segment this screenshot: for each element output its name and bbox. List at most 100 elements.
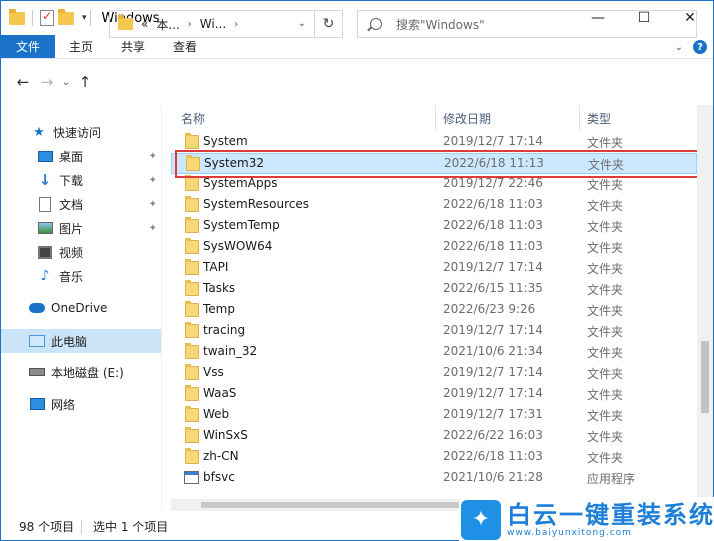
recent-locations-chevron-icon[interactable]: ⌄ bbox=[59, 70, 73, 94]
pane-divider[interactable] bbox=[161, 105, 162, 510]
file-type: 应用程序 bbox=[587, 472, 636, 486]
computer-icon bbox=[29, 335, 45, 347]
vertical-scrollbar[interactable] bbox=[697, 105, 713, 510]
folder-icon bbox=[185, 133, 199, 149]
nav-item-this-pc[interactable]: 此电脑 bbox=[1, 329, 161, 353]
nav-item-label: 文档 bbox=[59, 197, 84, 212]
file-row[interactable]: zh-CN 2022/6/18 11:03 文件夹 bbox=[171, 447, 697, 468]
explorer-window: ▾ Windows — ☐ ✕ 文件 主页 共享 查看 ⌄ ? ← → ⌄ ↑ … bbox=[0, 0, 714, 541]
file-type: 文件夹 bbox=[587, 178, 624, 192]
breadcrumb-segment[interactable]: 本... bbox=[156, 16, 179, 33]
folder-icon bbox=[185, 280, 199, 296]
file-date: 2019/12/7 17:31 bbox=[443, 407, 543, 421]
folder-icon bbox=[185, 322, 199, 338]
new-folder-icon[interactable] bbox=[58, 8, 74, 25]
tab-share[interactable]: 共享 bbox=[107, 35, 159, 58]
up-arrow-icon[interactable]: ↑ bbox=[73, 70, 97, 94]
folder-icon bbox=[185, 427, 199, 443]
vertical-scroll-thumb[interactable] bbox=[701, 341, 709, 413]
nav-item-downloads[interactable]: ↓ 下载 ✦ bbox=[1, 169, 161, 191]
file-row[interactable]: Web 2019/12/7 17:31 文件夹 bbox=[171, 405, 697, 426]
properties-icon[interactable] bbox=[40, 9, 54, 26]
music-icon: ♪ bbox=[40, 268, 50, 284]
file-date: 2021/10/6 21:34 bbox=[443, 344, 543, 358]
file-row[interactable]: TAPI 2019/12/7 17:14 文件夹 bbox=[171, 258, 697, 279]
column-header-type[interactable]: 类型 bbox=[579, 105, 697, 131]
application-icon bbox=[184, 471, 199, 484]
file-name: SystemTemp bbox=[203, 218, 280, 232]
file-row[interactable]: tracing 2019/12/7 17:14 文件夹 bbox=[171, 321, 697, 342]
nav-item-pictures[interactable]: 图片 ✦ bbox=[1, 217, 161, 239]
refresh-button[interactable]: ↻ bbox=[315, 10, 343, 38]
nav-item-music[interactable]: ♪ 音乐 bbox=[1, 265, 161, 287]
file-name: Tasks bbox=[203, 281, 236, 295]
file-name: SysWOW64 bbox=[203, 239, 273, 253]
nav-item-label: 下载 bbox=[59, 173, 84, 188]
horizontal-scroll-thumb[interactable] bbox=[201, 502, 481, 508]
file-date: 2019/12/7 22:46 bbox=[443, 176, 543, 190]
file-row[interactable]: WinSxS 2022/6/22 16:03 文件夹 bbox=[171, 426, 697, 447]
column-header-date[interactable]: 修改日期 bbox=[435, 105, 579, 131]
tab-home[interactable]: 主页 bbox=[55, 35, 107, 58]
file-type: 文件夹 bbox=[587, 451, 624, 465]
file-type: 文件夹 bbox=[587, 430, 624, 444]
file-date: 2022/6/18 11:13 bbox=[444, 156, 544, 170]
folder-icon bbox=[9, 8, 25, 25]
file-date: 2022/6/15 11:35 bbox=[443, 281, 543, 295]
toolbar-divider bbox=[32, 10, 33, 26]
file-row[interactable]: WaaS 2019/12/7 17:14 文件夹 bbox=[171, 384, 697, 405]
breadcrumb-separator-icon[interactable]: › bbox=[188, 19, 192, 30]
file-type: 文件夹 bbox=[587, 367, 624, 381]
file-row[interactable]: System 2019/12/7 17:14 文件夹 bbox=[171, 132, 697, 153]
search-input[interactable]: 搜索"Windows" bbox=[396, 16, 485, 33]
nav-item-quick-access[interactable]: ★ 快速访问 bbox=[1, 121, 161, 143]
file-row[interactable]: SystemResources 2022/6/18 11:03 文件夹 bbox=[171, 195, 697, 216]
nav-item-desktop[interactable]: 桌面 ✦ bbox=[1, 145, 161, 167]
file-row[interactable]: twain_32 2021/10/6 21:34 文件夹 bbox=[171, 342, 697, 363]
file-row[interactable]: SystemApps 2019/12/7 22:46 文件夹 bbox=[171, 174, 697, 195]
customize-dropdown-icon[interactable]: ▾ bbox=[82, 13, 87, 23]
file-row[interactable]: SysWOW64 2022/6/18 11:03 文件夹 bbox=[171, 237, 697, 258]
nav-item-label: 本地磁盘 (E:) bbox=[51, 365, 124, 380]
file-type: 文件夹 bbox=[587, 325, 624, 339]
title-divider bbox=[89, 10, 91, 26]
folder-icon bbox=[185, 448, 199, 464]
nav-item-label: 视频 bbox=[59, 245, 84, 260]
file-name: tracing bbox=[203, 323, 246, 337]
help-icon[interactable]: ? bbox=[693, 40, 707, 54]
nav-item-label: OneDrive bbox=[51, 301, 108, 315]
breadcrumb-segment[interactable]: Wi... bbox=[200, 17, 226, 31]
file-row[interactable]: Temp 2022/6/23 9:26 文件夹 bbox=[171, 300, 697, 321]
file-row[interactable]: bfsvc 2021/10/6 21:28 应用程序 bbox=[171, 468, 697, 489]
file-name: System bbox=[203, 134, 248, 148]
folder-icon bbox=[185, 301, 199, 317]
breadcrumb-overflow[interactable]: « bbox=[141, 17, 148, 31]
search-box[interactable]: 搜索"Windows" bbox=[357, 10, 697, 38]
nav-item-videos[interactable]: 视频 bbox=[1, 241, 161, 263]
file-row[interactable]: System32 2022/6/18 11:13 文件夹 bbox=[171, 153, 697, 174]
address-dropdown-icon[interactable]: ⌄ bbox=[298, 18, 306, 29]
address-row: ← → ⌄ ↑ bbox=[1, 59, 713, 105]
expand-ribbon-chevron-icon[interactable]: ⌄ bbox=[675, 42, 683, 53]
folder-icon bbox=[185, 175, 199, 191]
tab-file[interactable]: 文件 bbox=[1, 35, 55, 58]
file-row[interactable]: Vss 2019/12/7 17:14 文件夹 bbox=[171, 363, 697, 384]
nav-item-documents[interactable]: 文档 ✦ bbox=[1, 193, 161, 215]
address-bar[interactable]: « 本... › Wi... › ⌄ bbox=[109, 10, 315, 38]
back-arrow-icon[interactable]: ← bbox=[11, 70, 35, 94]
folder-icon bbox=[185, 259, 199, 275]
nav-item-local-disk[interactable]: 本地磁盘 (E:) bbox=[1, 361, 161, 383]
nav-item-onedrive[interactable]: OneDrive bbox=[1, 297, 161, 319]
file-row[interactable]: SystemTemp 2022/6/18 11:03 文件夹 bbox=[171, 216, 697, 237]
file-type: 文件夹 bbox=[587, 136, 624, 150]
nav-item-network[interactable]: 网络 bbox=[1, 393, 161, 415]
forward-arrow-icon[interactable]: → bbox=[35, 70, 59, 94]
address-folder-icon bbox=[118, 15, 133, 30]
column-header-name[interactable]: 名称 bbox=[173, 105, 435, 131]
nav-item-label: 快速访问 bbox=[53, 125, 102, 140]
breadcrumb-separator-icon[interactable]: › bbox=[234, 19, 238, 30]
file-name: SystemResources bbox=[203, 197, 310, 211]
file-row[interactable]: Tasks 2022/6/15 11:35 文件夹 bbox=[171, 279, 697, 300]
tab-view[interactable]: 查看 bbox=[159, 35, 211, 58]
file-type: 文件夹 bbox=[587, 409, 624, 423]
